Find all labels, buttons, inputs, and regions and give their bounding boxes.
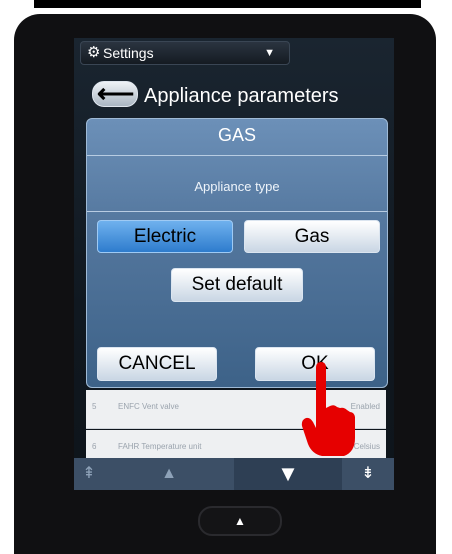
top-black-bar [34, 0, 421, 8]
dialog-divider [87, 211, 387, 212]
appliance-type-dialog: GAS Appliance type Electric Gas Set defa… [86, 118, 388, 388]
bottom-navigation: ⇞ ▲ ▼ ⇟ [74, 458, 394, 490]
home-button[interactable]: ▲ [198, 506, 282, 536]
page-title: Appliance parameters [144, 85, 339, 107]
list-item-number: 6 [92, 442, 97, 451]
gear-icon: ⚙ [87, 44, 101, 61]
dialog-divider [87, 155, 387, 156]
chevron-down-icon: ▼ [264, 47, 275, 59]
gas-button[interactable]: Gas [244, 220, 380, 253]
back-arrow-icon: ⟵ [97, 78, 135, 108]
set-default-button[interactable]: Set default [171, 268, 303, 302]
electric-button[interactable]: Electric [97, 220, 233, 253]
scroll-up-icon[interactable]: ▲ [104, 458, 234, 490]
list-item-label: ENFC Vent valve [118, 402, 179, 411]
hand-pointer-icon [301, 362, 355, 456]
scroll-top-icon[interactable]: ⇞ [74, 458, 104, 490]
settings-label: Settings [103, 45, 154, 61]
back-button[interactable]: ⟵ [92, 78, 138, 108]
scroll-down-icon[interactable]: ▼ [234, 458, 342, 490]
list-item-label: FAHR Temperature unit [118, 442, 202, 451]
dialog-title: GAS [217, 125, 256, 145]
settings-dropdown[interactable]: ⚙ Settings ▼ [80, 41, 290, 65]
cancel-button[interactable]: CANCEL [97, 347, 217, 381]
scroll-bottom-icon[interactable]: ⇟ [342, 458, 394, 490]
dialog-subtitle: Appliance type [194, 179, 280, 194]
up-arrow-icon: ▲ [234, 514, 246, 528]
list-item-number: 5 [92, 402, 97, 411]
